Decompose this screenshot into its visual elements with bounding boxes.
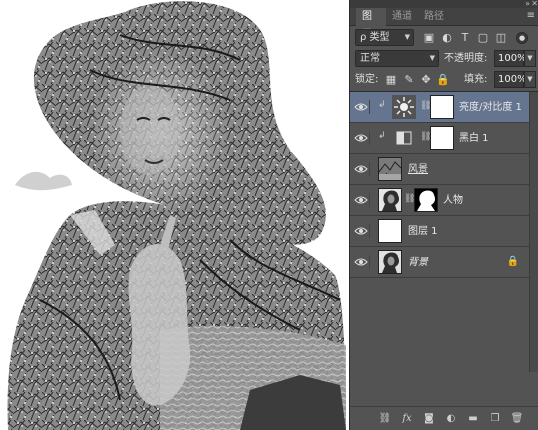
filter-text-icon[interactable]: T — [458, 31, 472, 45]
layer-row-brightness-contrast[interactable]: ↲ ⛓ 亮度/对比度 1 — [350, 92, 529, 123]
visibility-eye-icon[interactable] — [352, 255, 370, 269]
tab-channels[interactable]: 通道 — [386, 8, 418, 26]
portrait-thumbnail[interactable] — [378, 188, 402, 212]
filter-type-label: ρ 类型 — [360, 32, 390, 43]
layer-name: 亮度/对比度 1 — [459, 102, 522, 113]
landscape-thumbnail[interactable] — [378, 157, 402, 181]
layers-panel: » ✕ 图层 通道 路径 ≡ ρ 类型 ▼ ▣ ◐ T ▢ ◫ ● 正常 ▼ 不… — [349, 0, 538, 430]
opacity-input[interactable]: 100% — [494, 50, 527, 67]
layer-mask-thumbnail[interactable] — [430, 126, 454, 150]
layer-name: 背景 — [408, 257, 428, 268]
lock-transparency-icon[interactable]: ▦ — [384, 73, 398, 87]
adjustment-icon[interactable]: ◐ — [444, 412, 458, 426]
fill-input[interactable]: 100% — [494, 71, 527, 88]
layer-row-landscape[interactable]: 风景 — [350, 154, 529, 185]
filter-shape-icon[interactable]: ▢ — [476, 31, 490, 45]
layer-name: 图层 1 — [408, 226, 438, 237]
background-thumbnail[interactable] — [378, 250, 402, 274]
visibility-eye-icon[interactable] — [352, 100, 370, 114]
panel-tabbar: 图层 通道 路径 ≡ — [350, 8, 538, 40]
document-canvas[interactable] — [0, 0, 349, 430]
blend-mode-value: 正常 — [360, 53, 380, 64]
layer-row-black-white[interactable]: ↲ ⛓ 黑白 1 — [350, 123, 529, 154]
visibility-eye-icon[interactable] — [352, 193, 370, 207]
portrait-mask-thumbnail[interactable] — [414, 188, 438, 212]
new-layer-icon[interactable]: ❐ — [488, 412, 502, 426]
lock-position-icon[interactable]: ✥ — [419, 73, 433, 87]
lock-label: 锁定: — [355, 74, 379, 85]
fx-icon[interactable]: fx — [400, 412, 414, 426]
filter-type-dropdown[interactable]: ρ 类型 ▼ — [355, 29, 414, 46]
link-icon[interactable]: ⛓ — [378, 412, 392, 426]
lock-all-icon[interactable]: 🔒 — [436, 73, 450, 87]
layer-name: 人物 — [443, 195, 463, 206]
chevron-down-icon: ▼ — [404, 33, 410, 41]
lock-icon: 🔒 — [506, 256, 519, 267]
visibility-eye-icon[interactable] — [352, 224, 370, 238]
tab-layers[interactable]: 图层 — [356, 8, 386, 40]
layers-bottom-toolbar: ⛓ fx ◙ ◐ ▬ ❐ 🗑 — [350, 406, 538, 430]
clipping-arrow-icon: ↲ — [378, 131, 386, 141]
filter-row: ρ 类型 ▼ ▣ ◐ T ▢ ◫ ● — [350, 28, 538, 48]
filter-adjustment-icon[interactable]: ◐ — [440, 31, 454, 45]
black-white-icon — [392, 126, 416, 150]
layers-scrollbar[interactable] — [529, 92, 538, 372]
visibility-eye-icon[interactable] — [352, 162, 370, 176]
opacity-dropdown-icon[interactable]: ▼ — [524, 50, 536, 67]
layer-row-portrait[interactable]: ⛓ 人物 — [350, 185, 529, 216]
layer-mask-thumbnail[interactable] — [430, 95, 454, 119]
trash-icon[interactable]: 🗑 — [510, 412, 524, 426]
close-icon[interactable]: ✕ — [531, 0, 538, 8]
layers-list: ↲ ⛓ 亮度/对比度 1 ↲ ⛓ 黑白 1 风景 ⛓ 人物 图层 1 背景 🔒 — [350, 91, 538, 372]
tab-paths[interactable]: 路径 — [418, 8, 450, 26]
collapse-icon[interactable]: » — [525, 0, 530, 8]
chevron-down-icon: ▼ — [429, 54, 435, 62]
blend-row: 正常 ▼ 不透明度: 100% ▼ — [350, 49, 538, 69]
mask-icon[interactable]: ◙ — [422, 412, 436, 426]
lock-pixels-icon[interactable]: ✎ — [402, 73, 416, 87]
filter-toggle-icon[interactable]: ● — [516, 32, 528, 44]
lock-row: 锁定: ▦ ✎ ✥ 🔒 填充: 100% ▼ — [350, 70, 538, 90]
group-icon[interactable]: ▬ — [466, 412, 480, 426]
layer-row-background[interactable]: 背景 🔒 — [350, 247, 529, 278]
fill-label: 填充: — [464, 74, 488, 85]
clipping-arrow-icon: ↲ — [378, 100, 386, 110]
filter-smart-object-icon[interactable]: ◫ — [494, 31, 508, 45]
blend-mode-dropdown[interactable]: 正常 ▼ — [355, 50, 439, 67]
layer-name: 黑白 1 — [459, 133, 489, 144]
panel-menu-icon[interactable]: ≡ — [527, 10, 535, 21]
layer-name: 风景 — [408, 164, 428, 175]
filter-pixel-icon[interactable]: ▣ — [422, 31, 436, 45]
fill-dropdown-icon[interactable]: ▼ — [524, 71, 536, 88]
panel-title-strip: » ✕ — [350, 0, 538, 8]
opacity-label: 不透明度: — [444, 53, 488, 64]
layer-row-layer-1[interactable]: 图层 1 — [350, 216, 529, 247]
white-fill-thumbnail[interactable] — [378, 219, 402, 243]
sun-icon — [392, 95, 416, 119]
double-exposure-artwork — [7, 1, 346, 430]
visibility-eye-icon[interactable] — [352, 131, 370, 145]
